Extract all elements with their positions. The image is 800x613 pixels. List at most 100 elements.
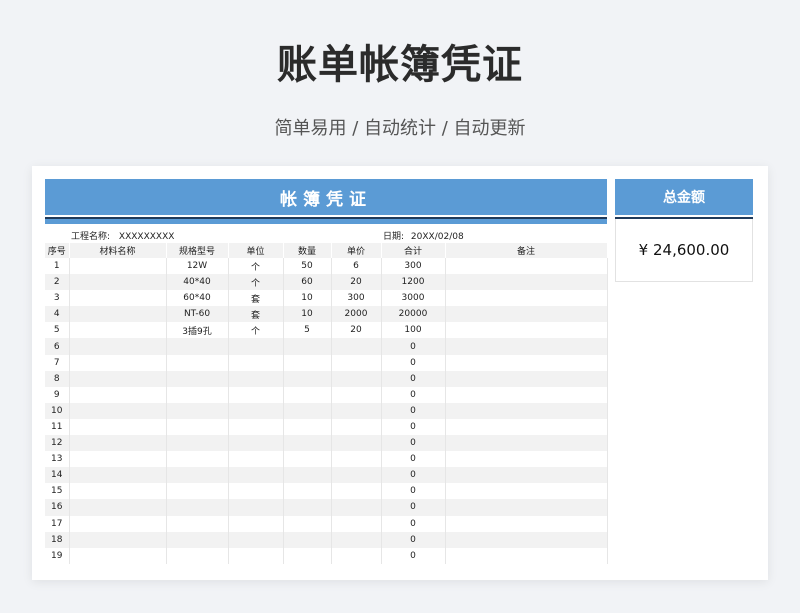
- table-cell[interactable]: [166, 418, 229, 436]
- table-cell[interactable]: [69, 306, 167, 323]
- table-cell[interactable]: 0: [381, 515, 446, 532]
- table-cell[interactable]: [283, 547, 332, 564]
- table-cell[interactable]: 8: [45, 370, 70, 387]
- table-cell[interactable]: [283, 451, 332, 468]
- column-header[interactable]: 材料名称: [69, 243, 167, 258]
- table-cell[interactable]: [331, 515, 382, 532]
- table-cell[interactable]: [331, 354, 382, 371]
- table-cell[interactable]: [283, 467, 332, 484]
- table-cell[interactable]: [228, 547, 284, 564]
- table-cell[interactable]: 60*40: [166, 290, 229, 307]
- table-cell[interactable]: [69, 386, 167, 403]
- table-cell[interactable]: [69, 435, 167, 452]
- table-cell[interactable]: [331, 467, 382, 484]
- table-cell[interactable]: 40*40: [166, 274, 229, 291]
- column-header[interactable]: 单价: [331, 243, 382, 258]
- table-cell[interactable]: 5: [45, 322, 70, 339]
- table-cell[interactable]: [331, 370, 382, 387]
- table-cell[interactable]: 个: [228, 322, 284, 339]
- table-cell[interactable]: [166, 515, 229, 532]
- table-cell[interactable]: 0: [381, 418, 446, 436]
- table-cell[interactable]: 2000: [331, 306, 382, 323]
- table-cell[interactable]: [228, 467, 284, 484]
- table-cell[interactable]: [69, 467, 167, 484]
- table-cell[interactable]: [69, 370, 167, 387]
- table-cell[interactable]: [166, 499, 229, 516]
- table-cell[interactable]: 20: [331, 322, 382, 339]
- table-cell[interactable]: [228, 435, 284, 452]
- table-cell[interactable]: [283, 499, 332, 516]
- table-cell[interactable]: [445, 483, 608, 500]
- table-cell[interactable]: [228, 386, 284, 403]
- table-cell[interactable]: 50: [283, 258, 332, 275]
- table-cell[interactable]: [445, 499, 608, 516]
- table-cell[interactable]: 0: [381, 338, 446, 355]
- table-cell[interactable]: [283, 386, 332, 403]
- table-cell[interactable]: [228, 451, 284, 468]
- table-cell[interactable]: 100: [381, 322, 446, 339]
- project-field[interactable]: 工程名称: XXXXXXXXX: [71, 229, 174, 242]
- table-cell[interactable]: [445, 531, 608, 548]
- table-cell[interactable]: 20000: [381, 306, 446, 323]
- table-cell[interactable]: [166, 354, 229, 371]
- table-cell[interactable]: [69, 274, 167, 291]
- table-cell[interactable]: [166, 402, 229, 419]
- table-cell[interactable]: [228, 499, 284, 516]
- table-cell[interactable]: 0: [381, 435, 446, 452]
- table-cell[interactable]: 0: [381, 354, 446, 371]
- table-cell[interactable]: 3000: [381, 290, 446, 307]
- table-cell[interactable]: [166, 338, 229, 355]
- table-cell[interactable]: [283, 483, 332, 500]
- table-cell[interactable]: [69, 402, 167, 419]
- table-cell[interactable]: [228, 338, 284, 355]
- table-cell[interactable]: 300: [331, 290, 382, 307]
- table-cell[interactable]: [166, 547, 229, 564]
- table-cell[interactable]: [228, 483, 284, 500]
- table-cell[interactable]: 6: [331, 258, 382, 275]
- column-header[interactable]: 单位: [228, 243, 284, 258]
- date-field[interactable]: 日期: 20XX/02/08: [383, 229, 464, 242]
- table-cell[interactable]: 0: [381, 531, 446, 548]
- table-cell[interactable]: [445, 515, 608, 532]
- table-cell[interactable]: [445, 402, 608, 419]
- table-cell[interactable]: [283, 370, 332, 387]
- table-cell[interactable]: 20: [331, 274, 382, 291]
- table-cell[interactable]: [69, 451, 167, 468]
- table-cell[interactable]: [445, 338, 608, 355]
- table-cell[interactable]: 7: [45, 354, 70, 371]
- table-cell[interactable]: 60: [283, 274, 332, 291]
- table-cell[interactable]: 10: [283, 290, 332, 307]
- table-cell[interactable]: 6: [45, 338, 70, 355]
- table-cell[interactable]: [69, 258, 167, 275]
- table-cell[interactable]: [69, 499, 167, 516]
- table-cell[interactable]: [69, 531, 167, 548]
- table-cell[interactable]: 个: [228, 274, 284, 291]
- table-cell[interactable]: 个: [228, 258, 284, 275]
- table-cell[interactable]: [445, 370, 608, 387]
- table-cell[interactable]: 10: [45, 402, 70, 419]
- table-cell[interactable]: 0: [381, 499, 446, 516]
- table-cell[interactable]: [166, 531, 229, 548]
- table-cell[interactable]: [331, 531, 382, 548]
- table-cell[interactable]: [228, 515, 284, 532]
- table-cell[interactable]: 0: [381, 547, 446, 564]
- table-cell[interactable]: 18: [45, 531, 70, 548]
- table-cell[interactable]: [228, 418, 284, 436]
- column-header[interactable]: 规格型号: [166, 243, 229, 258]
- table-cell[interactable]: [228, 402, 284, 419]
- table-cell[interactable]: [166, 483, 229, 500]
- table-cell[interactable]: [283, 354, 332, 371]
- table-cell[interactable]: [331, 338, 382, 355]
- table-cell[interactable]: 5: [283, 322, 332, 339]
- table-cell[interactable]: 9: [45, 386, 70, 403]
- table-cell[interactable]: [331, 483, 382, 500]
- table-cell[interactable]: [69, 547, 167, 564]
- table-cell[interactable]: [445, 451, 608, 468]
- table-cell[interactable]: [69, 515, 167, 532]
- table-cell[interactable]: [445, 386, 608, 403]
- table-cell[interactable]: 13: [45, 451, 70, 468]
- table-cell[interactable]: [331, 418, 382, 436]
- table-cell[interactable]: [69, 338, 167, 355]
- table-cell[interactable]: [445, 274, 608, 291]
- table-cell[interactable]: [166, 370, 229, 387]
